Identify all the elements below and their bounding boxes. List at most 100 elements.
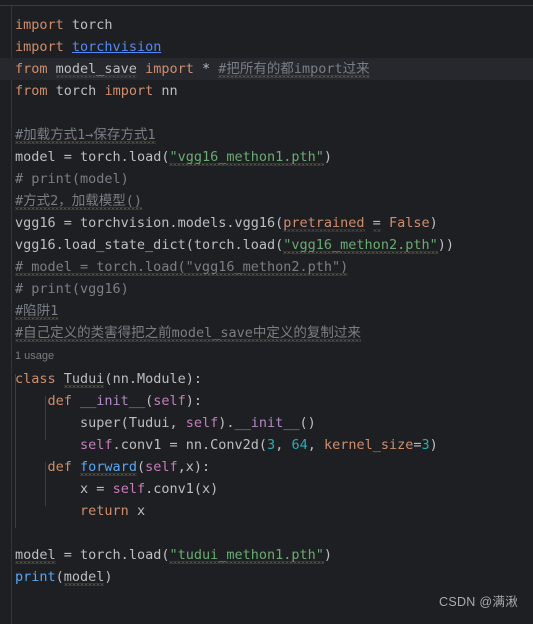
code-text: ( — [136, 459, 146, 475]
code-text: . — [120, 547, 129, 563]
param-x: x — [185, 459, 194, 475]
module-torch: torch — [80, 149, 121, 165]
code-line[interactable]: #陷阱1 — [0, 300, 533, 322]
code-line-blank[interactable] — [0, 522, 533, 544]
inlay-hint-usages[interactable]: 1 usage — [0, 347, 533, 365]
code-line[interactable]: model = torch.load("tudui_methon1.pth") — [0, 544, 533, 566]
code-text: ( — [104, 371, 113, 387]
comment-copy-class: #自己定义的类害得把之前model_save中定义的复制过来 — [15, 325, 361, 341]
call-load: load — [128, 149, 162, 165]
keyword-return: return — [80, 503, 129, 519]
number-3: 3 — [421, 437, 430, 453]
keyword-false: False — [388, 215, 430, 231]
equals-operator: = — [372, 215, 381, 231]
param-self: self — [145, 459, 178, 475]
code-text: ). — [218, 415, 235, 431]
code-text: , — [275, 437, 292, 453]
variable-x: x — [136, 503, 146, 519]
code-text: , — [177, 459, 186, 475]
code-text: , — [307, 437, 324, 453]
code-text: = — [88, 481, 113, 497]
code-text: ( — [193, 481, 202, 497]
code-line[interactable]: #方式2，加载模型() — [0, 190, 533, 212]
code-text: . — [145, 481, 154, 497]
code-line[interactable]: import torchvision — [0, 36, 533, 58]
keyword-from: from — [15, 61, 48, 77]
variable-x: x — [202, 481, 211, 497]
code-text: )) — [437, 237, 454, 253]
code-line[interactable]: #加载方式1→保存方式1 — [0, 124, 533, 146]
module-torch: torch — [71, 17, 113, 33]
comment-import-all: #把所有的都import过来 — [218, 61, 370, 77]
keyword-def: def — [47, 459, 72, 475]
code-line[interactable]: def forward(self,x): — [0, 456, 533, 478]
code-line-active[interactable]: from model_save import * #把所有的都import过来 — [0, 58, 533, 80]
code-line[interactable]: # print(vgg16) — [0, 278, 533, 300]
code-line-blank[interactable] — [0, 102, 533, 124]
code-surface[interactable]: import torch import torchvision from mod… — [0, 6, 533, 624]
module-torchvision-link[interactable]: torchvision — [72, 39, 161, 55]
call-load: load — [128, 547, 162, 563]
code-text: ( — [120, 415, 129, 431]
comment-trap1: #陷阱1 — [15, 303, 59, 319]
code-text: = — [55, 149, 81, 165]
string-vgg16-method1: "vgg16_methon1.pth" — [169, 149, 324, 165]
code-text: ( — [258, 437, 268, 453]
code-line[interactable]: vgg16.load_state_dict(torch.load("vgg16_… — [0, 234, 533, 256]
call-load-state-dict: load_state_dict — [63, 237, 186, 253]
code-line[interactable]: from torch import nn — [0, 80, 533, 102]
variable-x: x — [80, 481, 89, 497]
variable-model: model — [63, 569, 105, 585]
module-torch: torch — [80, 547, 121, 563]
kwarg-kernel-size: kernel_size — [323, 437, 414, 453]
code-line[interactable]: self.conv1 = nn.Conv2d(3, 64, kernel_siz… — [0, 434, 533, 456]
code-line[interactable]: print(model) — [0, 566, 533, 588]
method-init: __init__ — [80, 393, 146, 409]
module-nn: nn — [185, 437, 202, 453]
code-text: ) — [429, 437, 438, 453]
code-text: ( — [185, 237, 194, 253]
code-line[interactable]: # print(model) — [0, 168, 533, 190]
comment-load-method1: #加载方式1→保存方式1 — [15, 127, 156, 143]
comment-print-vgg16: # print(vgg16) — [15, 281, 129, 297]
code-line[interactable]: vgg16 = torchvision.models.vgg16(pretrai… — [0, 212, 533, 234]
keyword-def: def — [47, 393, 72, 409]
param-self: self — [80, 437, 113, 453]
base-class-nn-module: nn.Module — [112, 371, 186, 387]
code-text: , — [169, 415, 186, 431]
code-text: ) — [429, 215, 438, 231]
code-line[interactable]: def __init__(self): — [0, 390, 533, 412]
call-conv2d: Conv2d — [210, 437, 259, 453]
code-line[interactable]: #自己定义的类害得把之前model_save中定义的复制过来 — [0, 322, 533, 344]
number-64: 64 — [291, 437, 308, 453]
keyword-import: import — [15, 17, 64, 33]
code-line[interactable]: # model = torch.load("vgg16_methon2.pth"… — [0, 256, 533, 278]
code-line[interactable]: import torch — [0, 14, 533, 36]
variable-vgg16: vgg16 — [15, 237, 56, 253]
code-text: ) — [104, 569, 113, 585]
code-line[interactable]: model = torch.load("vgg16_methon1.pth") — [0, 146, 533, 168]
code-line[interactable]: x = self.conv1(x) — [0, 478, 533, 500]
code-line[interactable]: class Tudui(nn.Module): — [0, 368, 533, 390]
code-text: () — [299, 415, 316, 431]
code-text: = — [413, 437, 422, 453]
keyword-import: import — [145, 61, 194, 77]
comment-model-load: # model = torch.load("vgg16_methon2.pth"… — [15, 259, 349, 275]
code-editor[interactable]: import torch import torchvision from mod… — [0, 0, 533, 624]
keyword-import: import — [15, 39, 64, 55]
string-vgg16-method2: "vgg16_methon2.pth" — [283, 237, 438, 253]
variable-vgg16: vgg16 — [15, 215, 56, 231]
call-torchvision-models-vgg16: torchvision.models.vgg16 — [80, 215, 276, 231]
module-nn: nn — [161, 83, 178, 99]
code-line[interactable]: return x — [0, 500, 533, 522]
method-init: __init__ — [234, 415, 300, 431]
code-line[interactable]: super(Tudui, self).__init__() — [0, 412, 533, 434]
